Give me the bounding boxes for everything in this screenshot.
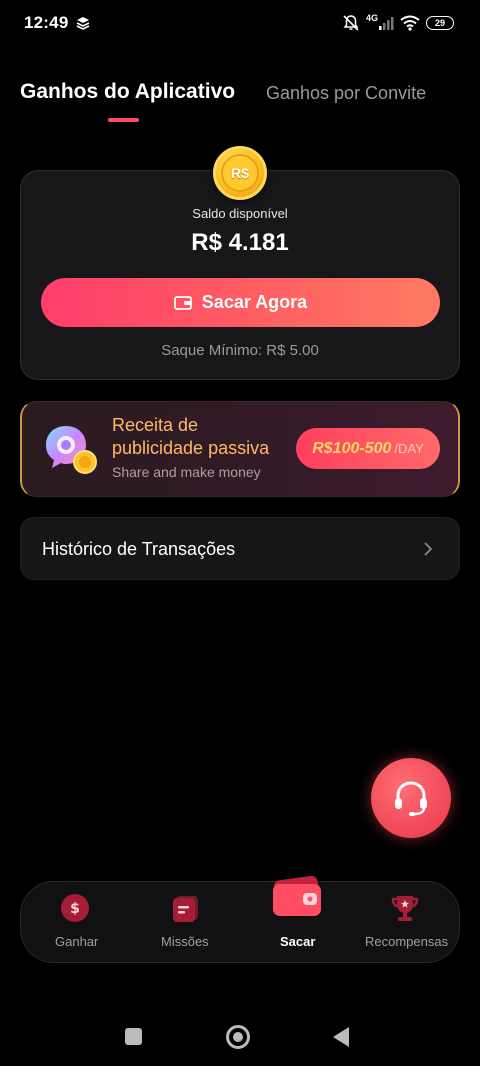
customer-support-button[interactable]: [371, 758, 451, 838]
wifi-icon: [400, 15, 420, 31]
nav-item-sacar[interactable]: Sacar: [257, 876, 337, 964]
tab-invite-earnings[interactable]: Ganhos por Convite: [266, 83, 426, 104]
balance-label: Saldo disponível: [192, 206, 288, 221]
promo-subtitle: Share and make money: [112, 464, 261, 480]
dollar-icon: $: [61, 894, 89, 922]
home-button[interactable]: [226, 1025, 250, 1049]
wallet-icon: [173, 295, 192, 310]
withdraw-now-label: Sacar Agora: [201, 292, 308, 312]
nav-label-missoes: Missões: [161, 934, 209, 949]
status-icons: 4G 29: [342, 12, 454, 34]
transaction-history-label: Histórico de Transações: [42, 539, 236, 559]
nav-item-ganhar[interactable]: $ Ganhar: [35, 882, 115, 964]
layers-icon: [76, 17, 90, 30]
svg-text:$: $: [70, 901, 80, 917]
headset-icon: [395, 781, 427, 816]
transaction-history-row[interactable]: Histórico de Transações: [20, 517, 460, 580]
nav-label-sacar: Sacar: [280, 934, 316, 949]
balance-value: R$ 4.181: [191, 229, 289, 256]
promo-range: R$100-500: [312, 439, 392, 457]
coin-symbol: R$: [221, 154, 259, 192]
chevron-right-icon: [424, 542, 433, 556]
status-time: 12:49: [24, 13, 69, 32]
wallet-icon: [273, 876, 321, 916]
minimum-withdrawal-note: Saque Mínimo: R$ 5.00: [161, 342, 319, 359]
battery-indicator: 29: [426, 16, 454, 30]
bell-off-icon: [343, 15, 359, 31]
recent-apps-button[interactable]: [125, 1028, 142, 1045]
coin-icon: R$: [213, 146, 267, 200]
nav-item-recompensas[interactable]: Recompensas: [361, 882, 451, 964]
chat-coin-icon: [46, 426, 97, 474]
promo-earnings-pill[interactable]: R$100-500 /DAY: [296, 428, 440, 469]
back-button[interactable]: [333, 1027, 349, 1047]
nav-label-recompensas: Recompensas: [365, 934, 449, 949]
tab-indicator: [108, 118, 139, 122]
tasks-icon: [173, 896, 198, 922]
signal-icon: [379, 17, 394, 30]
promo-unit: /DAY: [394, 441, 424, 456]
trophy-icon: [391, 896, 419, 921]
nav-item-missoes[interactable]: Missões: [145, 882, 225, 964]
bottom-navigation: $ Ganhar Missões Sacar Recompensas: [20, 876, 460, 964]
status-bar: 12:49 4G 29: [0, 0, 480, 46]
nav-label-ganhar: Ganhar: [55, 934, 99, 949]
tab-app-earnings[interactable]: Ganhos do Aplicativo: [20, 80, 235, 104]
system-navigation: [0, 1010, 480, 1066]
promo-title: Receita de publicidade passiva: [112, 415, 270, 458]
network-type: 4G: [365, 13, 378, 23]
withdraw-now-button[interactable]: Sacar Agora: [41, 278, 440, 327]
